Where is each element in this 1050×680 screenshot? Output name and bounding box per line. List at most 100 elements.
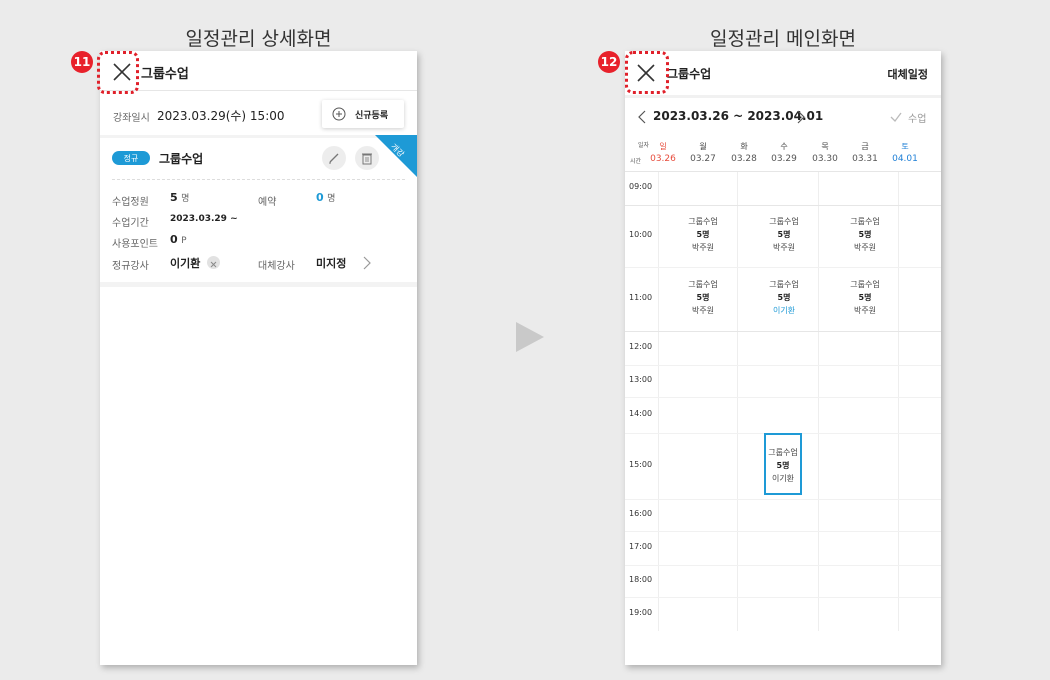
type-tag: 정규 xyxy=(112,151,150,165)
day-header: 일 03.26 월 03.27 화 03.28 수 03.29 목 03.30 금 03.31 토 04.… xyxy=(650,141,937,171)
reserve-value: 0 xyxy=(316,191,324,204)
grid-column-line xyxy=(658,171,659,631)
event-name: 그룹수업 xyxy=(768,448,798,457)
time-label: 18:00 xyxy=(629,575,653,584)
day-date: 03.29 xyxy=(771,154,797,164)
lecture-label: 강좌일시 xyxy=(113,113,150,124)
grid-column-line xyxy=(818,171,819,631)
grid-row-line xyxy=(625,171,941,172)
period-value: 2023.03.29 ~ xyxy=(170,214,238,224)
time-label: 19:00 xyxy=(629,608,653,617)
schedule-event[interactable]: 그룹수업 5명 이기환 xyxy=(764,433,802,495)
schedule-event[interactable]: 그룹수업 5명 박주원 xyxy=(673,278,733,317)
event-name: 그룹수업 xyxy=(769,280,799,289)
event-teacher: 박주원 xyxy=(853,243,877,252)
day-header-03.28[interactable]: 화 03.28 xyxy=(724,141,764,164)
day-name: 월 xyxy=(699,142,707,151)
header-divider xyxy=(100,90,417,91)
event-name: 그룹수업 xyxy=(769,217,799,226)
grid-row-line xyxy=(625,499,941,500)
day-header-03.27[interactable]: 월 03.27 xyxy=(683,141,723,164)
day-name: 금 xyxy=(861,142,869,151)
new-register-label: 신규등록 xyxy=(355,110,389,121)
plus-circle-icon xyxy=(332,107,346,121)
day-date: 03.30 xyxy=(812,154,838,164)
period-label: 수업기간 xyxy=(112,218,149,229)
schedule-event[interactable]: 그룹수업 5명박주원 xyxy=(673,215,733,254)
schedule-event[interactable]: 그룹수업 5명 박주원 xyxy=(835,215,895,254)
schedule-event[interactable]: 그룹수업 5명박주원 xyxy=(754,215,814,254)
event-teacher: 박주원 xyxy=(853,306,877,315)
grid-row-line xyxy=(625,365,941,366)
grid-row-line xyxy=(625,331,941,332)
event-count: 5명 xyxy=(777,293,791,302)
grid-row-line xyxy=(625,531,941,532)
points-value: 0 xyxy=(170,233,178,246)
event-name: 그룹수업 xyxy=(688,217,718,226)
section-divider xyxy=(100,135,417,138)
capacity-unit: 명 xyxy=(181,194,190,204)
reserve-label: 예약 xyxy=(258,197,277,208)
time-label: 14:00 xyxy=(629,409,653,418)
grid-row-line xyxy=(625,205,941,206)
teacher-label: 정규강사 xyxy=(112,261,149,272)
capacity-label: 수업정원 xyxy=(112,197,149,208)
next-week-icon[interactable] xyxy=(796,110,806,124)
day-name: 일 xyxy=(659,142,667,151)
day-header-03.30[interactable]: 목 03.30 xyxy=(805,141,845,164)
check-icon[interactable] xyxy=(890,111,902,123)
capacity-value-wrap: 5 명 xyxy=(170,191,189,204)
lecture-datetime: 2023.03.29(수) 15:00 xyxy=(157,109,285,123)
time-label: 09:00 xyxy=(629,182,653,191)
sub-teacher-value: 미지정 xyxy=(316,257,347,270)
header-divider xyxy=(625,95,941,98)
grid-column-line xyxy=(737,171,738,631)
day-header-03.31[interactable]: 금 03.31 xyxy=(845,141,885,164)
event-teacher: 박주원 xyxy=(772,243,796,252)
day-name: 화 xyxy=(740,142,748,151)
new-register-button[interactable]: 신규등록 xyxy=(322,100,404,128)
schedule-grid: 09:00 10:00 11:00 12:00 13:00 14:00 15:00 16:00… xyxy=(625,171,941,631)
day-date: 04.01 xyxy=(892,154,918,164)
day-name: 수 xyxy=(780,142,788,151)
main-header-title: 그룹수업 xyxy=(667,67,712,81)
highlight-close-main xyxy=(625,51,669,94)
remove-teacher-button[interactable] xyxy=(207,256,220,269)
points-value-wrap: 0 P xyxy=(170,233,187,246)
event-count: 5명 xyxy=(696,230,710,239)
event-name: 그룹수업 xyxy=(688,280,718,289)
schedule-event[interactable]: 그룹수업 5명 박주원 xyxy=(835,278,895,317)
bottom-divider xyxy=(100,282,417,287)
day-header-03.29[interactable]: 수 03.29 xyxy=(764,141,804,164)
detail-screen: 그룹수업 강좌일시 2023.03.29(수) 15:00 신규등록 정규 그룹… xyxy=(100,51,417,665)
close-small-icon xyxy=(210,261,217,268)
pencil-icon xyxy=(329,153,339,164)
class-filter-label[interactable]: 수업 xyxy=(908,110,926,125)
event-teacher: 박주원 xyxy=(691,243,715,252)
event-count: 5명 xyxy=(858,230,872,239)
highlight-close-detail xyxy=(97,51,139,94)
points-unit: P xyxy=(181,236,187,246)
capacity-value: 5 xyxy=(170,191,178,204)
corner-time-label: 시간 xyxy=(630,158,642,165)
detail-header-title: 그룹수업 xyxy=(141,67,189,82)
prev-week-icon[interactable] xyxy=(637,110,647,124)
edit-button[interactable] xyxy=(322,146,346,170)
day-header-03.26[interactable]: 일 03.26 xyxy=(643,141,683,164)
grid-row-line xyxy=(625,397,941,398)
day-header-04.01[interactable]: 토 04.01 xyxy=(885,141,925,164)
reserve-value-wrap: 0 명 xyxy=(316,191,335,204)
chevron-right-icon[interactable] xyxy=(362,256,372,270)
detail-screen-title: 일정관리 상세화면 xyxy=(185,28,332,50)
time-label: 15:00 xyxy=(629,460,653,469)
event-count: 5명 xyxy=(776,461,790,470)
grid-column-line xyxy=(898,171,899,631)
event-teacher: 박주원 xyxy=(691,306,715,315)
day-date: 03.26 xyxy=(650,154,676,164)
schedule-event[interactable]: 그룹수업 5명 이기환 xyxy=(754,278,814,317)
event-count: 5명 xyxy=(777,230,791,239)
time-label: 10:00 xyxy=(629,230,653,239)
step-badge-12: 12 xyxy=(598,51,620,73)
teacher-value: 이기환 xyxy=(170,257,201,270)
sub-schedule-button[interactable]: 대체일정 xyxy=(888,66,928,82)
